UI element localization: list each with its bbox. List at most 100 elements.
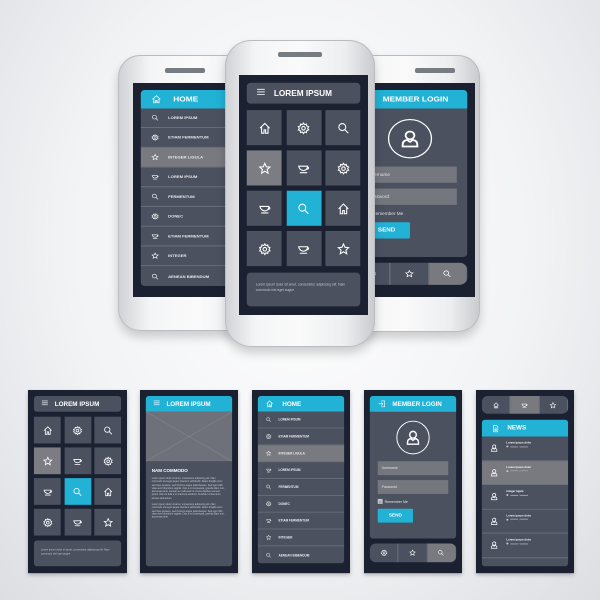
article-paragraph: Lorem ipsum dolor sit amet, consectetur … — [151, 502, 225, 519]
phone-speaker — [415, 68, 455, 73]
tile-cup[interactable] — [286, 150, 321, 186]
news-item[interactable]: Lorem ipsum dolor f — [481, 509, 569, 534]
menu-button[interactable] — [34, 399, 55, 409]
tile-home[interactable] — [33, 416, 61, 444]
search-icon — [151, 273, 159, 280]
search-icon — [336, 121, 349, 134]
user-icon — [490, 516, 499, 525]
menu-item-label: FERMENTUM — [278, 485, 299, 489]
login-screen: MEMBER LOGIN Username Password ×Remember… — [364, 390, 462, 574]
tile-gear[interactable] — [246, 231, 282, 267]
cup-icon — [266, 467, 272, 473]
star-icon — [151, 252, 159, 259]
footer-text: Lorem ipsum dolor sit amet, consectetur … — [40, 548, 110, 555]
user-icon — [404, 429, 422, 447]
tile-home[interactable] — [246, 110, 282, 146]
app-header: MEMBER LOGIN — [369, 395, 457, 412]
password-field[interactable]: Password — [363, 188, 457, 205]
hamburger-icon — [256, 87, 266, 97]
tile-search[interactable] — [94, 416, 122, 444]
tile-search[interactable] — [286, 190, 321, 226]
tab-search[interactable] — [429, 262, 468, 285]
tile-star[interactable] — [325, 231, 361, 267]
remember-checkbox[interactable]: × — [377, 498, 383, 504]
cup-icon — [151, 173, 159, 180]
tile-cup[interactable] — [246, 190, 282, 226]
username-field[interactable]: Username — [377, 461, 449, 476]
bottom-tab-bar — [369, 543, 457, 563]
tile-gear[interactable] — [33, 508, 61, 536]
send-button[interactable]: SEND — [377, 508, 413, 523]
news-item[interactable]: Lorem ipsum dolor f — [481, 533, 569, 558]
menu-item[interactable]: ETIAM FERMENTUM — [257, 428, 345, 446]
news-item-meta: f — [506, 493, 529, 498]
news-item-title: Lorem ipsum dolor — [506, 440, 532, 445]
home-icon — [266, 400, 274, 408]
menu-item[interactable]: DONEC — [257, 495, 345, 513]
star-icon — [151, 154, 159, 161]
tile-search[interactable] — [325, 110, 361, 146]
news-screen: NEWS Lorem ipsum dolor f Lorem ipsum dolo… — [476, 390, 574, 574]
app-title: MEMBER LOGIN — [392, 400, 442, 408]
password-placeholder: Password — [381, 485, 398, 489]
menu-item[interactable]: INTEGER LIGULA — [257, 445, 345, 463]
menu-item-label: INTEGER LIGULA — [168, 154, 204, 160]
search-icon — [443, 270, 452, 278]
tab-star[interactable] — [539, 395, 569, 414]
tile-cup[interactable] — [64, 447, 91, 475]
tile-cup[interactable] — [286, 231, 321, 267]
news-item-meta: f — [506, 469, 531, 474]
news-item-meta: f — [506, 445, 531, 449]
user-icon — [490, 443, 499, 452]
news-item[interactable]: Lorem ipsum dolor f — [481, 436, 569, 461]
cup-icon — [521, 401, 528, 408]
tab-gear[interactable] — [370, 543, 399, 563]
news-item[interactable]: Integer ligula f — [481, 485, 569, 510]
tile-home[interactable] — [325, 190, 361, 226]
tile-star[interactable] — [94, 508, 122, 536]
menu-item[interactable]: FERMENTUM — [257, 479, 345, 496]
tab-search[interactable] — [427, 543, 457, 563]
cup-icon — [297, 242, 310, 255]
news-item-meta: f — [506, 542, 531, 546]
tab-cup[interactable] — [510, 395, 540, 414]
tab-star[interactable] — [399, 543, 428, 563]
tile-gear[interactable] — [64, 416, 91, 444]
menu-item[interactable]: LOREM IPSUM — [257, 462, 345, 480]
remember-me[interactable]: ×Remember Me — [377, 498, 408, 504]
user-icon — [398, 128, 421, 149]
article-body: Lorem ipsum dolor sit amet, consectetur … — [152, 477, 226, 522]
list-screen: HOME LOREM IPSUM ETIAM FERMENTUM INTEGER LI… — [252, 390, 350, 574]
tab-star[interactable] — [391, 262, 430, 285]
tile-star[interactable] — [33, 447, 61, 475]
tile-gear[interactable] — [286, 110, 321, 146]
tile-cup[interactable] — [33, 478, 61, 505]
tile-home[interactable] — [94, 478, 122, 505]
menu-item[interactable]: INTEGER — [257, 529, 345, 547]
tile-star[interactable] — [246, 150, 282, 186]
menu-button[interactable] — [247, 87, 274, 100]
menu-item[interactable]: LOREM IPSUM — [257, 411, 345, 429]
tile-search[interactable] — [64, 478, 91, 505]
search-icon — [266, 417, 272, 423]
news-item[interactable]: Lorem ipsum dolor f — [481, 460, 569, 486]
gear-icon — [73, 425, 83, 435]
home-icon — [103, 487, 113, 497]
phone-speaker — [165, 68, 205, 73]
menu-button[interactable] — [146, 399, 167, 409]
news-item-title: Integer ligula — [506, 489, 524, 493]
tile-gear[interactable] — [325, 150, 361, 186]
news-title: NEWS — [507, 424, 527, 432]
menu-item[interactable]: AENEAN BIBENDUM — [257, 546, 345, 564]
tab-home[interactable] — [482, 395, 511, 414]
menu-item-label: ETIAM FERMENTUM — [278, 434, 310, 439]
gear-icon — [151, 213, 159, 220]
star-icon — [405, 270, 414, 278]
cup-icon — [42, 487, 52, 497]
tile-gear[interactable] — [94, 447, 122, 475]
username-field[interactable]: Username — [363, 166, 457, 183]
menu-item[interactable]: ETIAM FERMENTUM — [257, 512, 345, 530]
tile-cup[interactable] — [64, 508, 91, 536]
search-icon — [73, 487, 83, 497]
password-field[interactable]: Password — [377, 480, 449, 494]
